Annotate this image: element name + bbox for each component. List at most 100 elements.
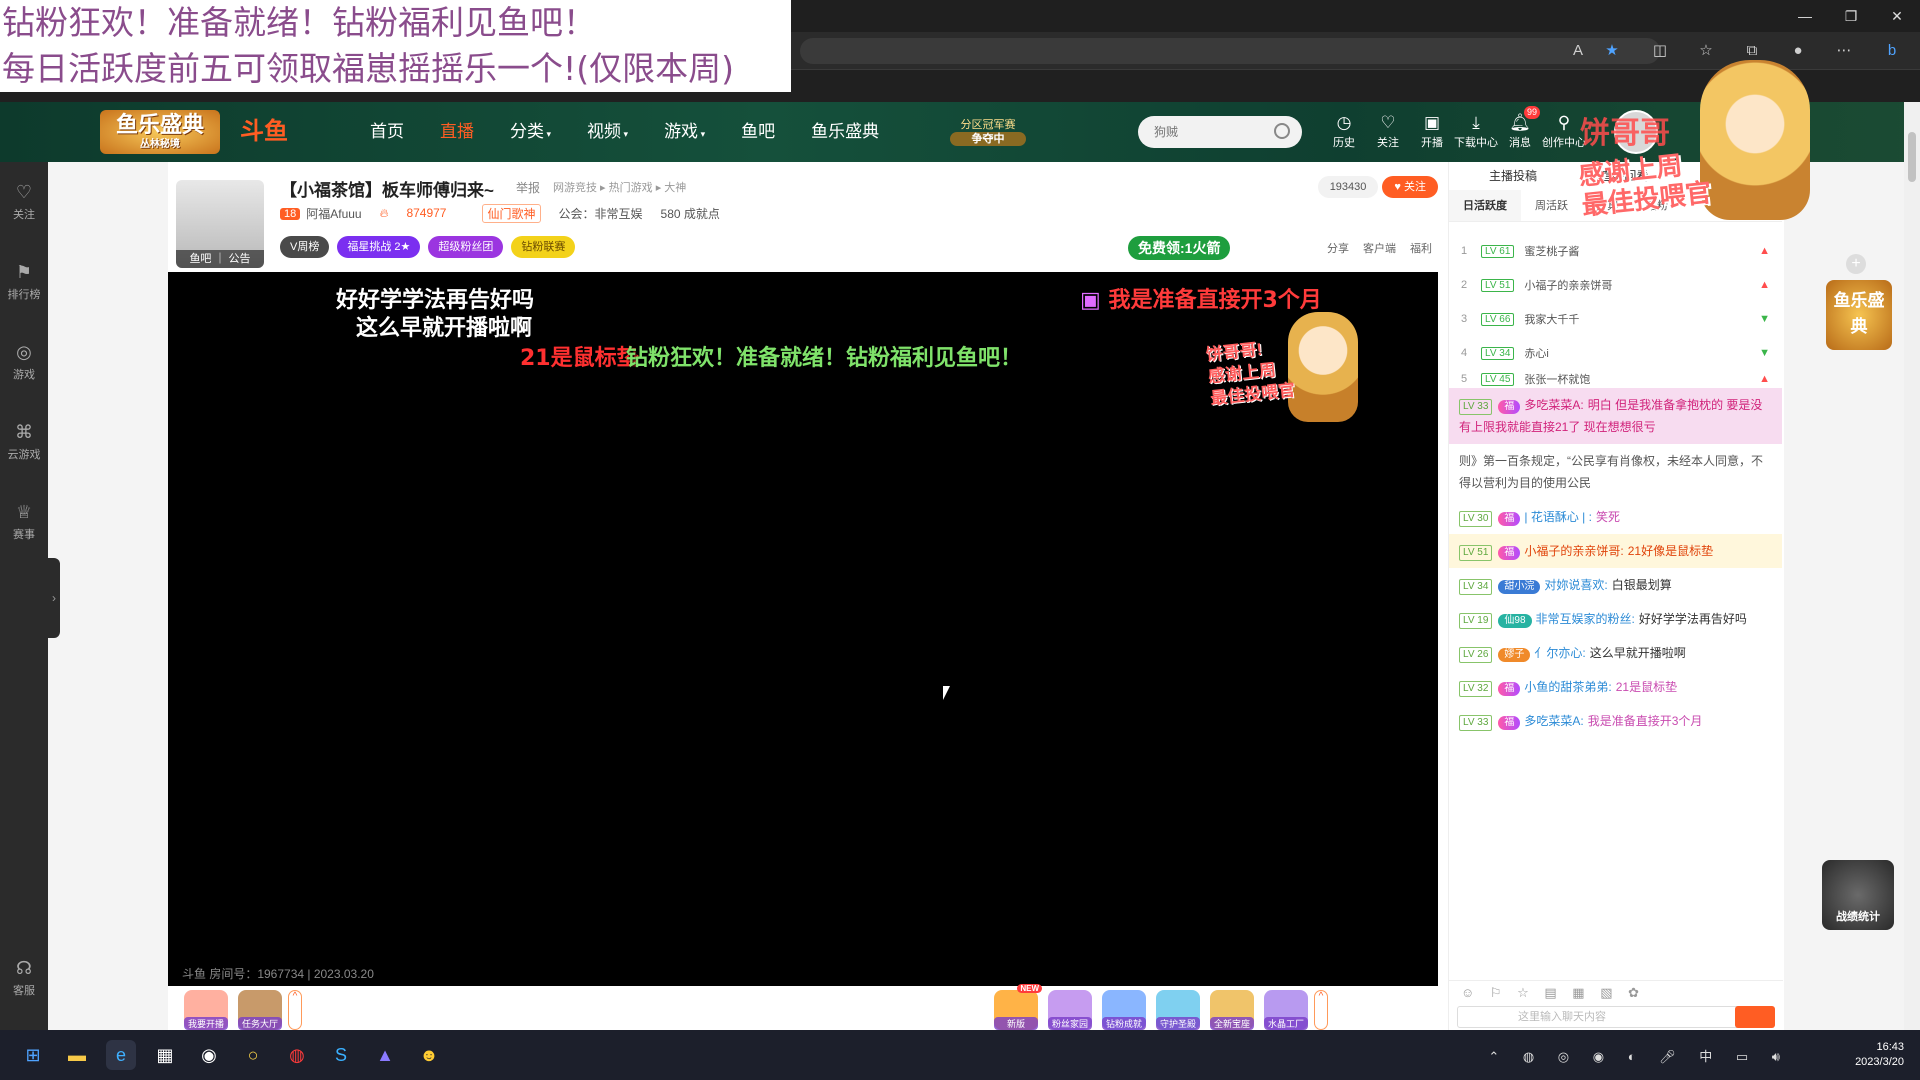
netease-music-icon[interactable]: ◍ xyxy=(282,1040,312,1070)
scrollbar-thumb[interactable] xyxy=(1908,132,1916,182)
split-screen-icon[interactable]: ◫ xyxy=(1650,41,1670,61)
s-app-icon[interactable]: S xyxy=(326,1040,356,1070)
photos-icon[interactable]: ▲ xyxy=(370,1040,400,1070)
tray-app-icon[interactable]: ☻ xyxy=(414,1040,444,1070)
chat-message[interactable]: LV 33 福多吃菜菜A: 我是准备直接开3个月 xyxy=(1449,704,1782,738)
rank-row[interactable]: 3 LV 66 我家大千千 ▼ xyxy=(1461,302,1770,336)
toolbar-item-guard[interactable]: 守护圣殿 xyxy=(1156,990,1200,1030)
sidebar-item-game[interactable]: ◎ 游戏 xyxy=(0,322,48,402)
nav-live[interactable]: 直播 xyxy=(440,102,474,162)
task-hall-button[interactable]: 任务大厅 xyxy=(238,990,282,1030)
plus-icon[interactable]: + xyxy=(1846,254,1866,274)
douyu-logo[interactable]: 斗鱼 xyxy=(240,116,320,148)
tab-weekly-active[interactable]: 周活跃 xyxy=(1521,190,1582,221)
chat-message[interactable]: LV 33 福多吃菜菜A: 明白 但是我准备拿抱枕的 要是没有上限我就能直接21了 … xyxy=(1449,388,1782,444)
pill-v-weekly[interactable]: V周榜 xyxy=(280,236,330,258)
chat-nick[interactable]: 多吃菜菜A: xyxy=(1524,398,1583,412)
nav-yuba[interactable]: 鱼吧 xyxy=(741,102,775,162)
tab-daily-active[interactable]: 日活跃度 xyxy=(1449,190,1521,221)
sidebar-item-support[interactable]: ☊ 客服 xyxy=(0,938,48,1018)
sidebar-item-rank[interactable]: ⚑ 排行榜 xyxy=(0,242,48,322)
host-avatar-tags[interactable]: 鱼吧 ｜ 公告 xyxy=(176,250,264,268)
rank-row[interactable]: 4 LV 34 赤心i ▼ xyxy=(1461,336,1770,370)
chat-message[interactable]: LV 19 仙98 非常互娱家的粉丝: 好好学学法再告好吗 xyxy=(1449,602,1782,636)
pill-lucky-star[interactable]: 福星挑战 2★ xyxy=(337,236,421,258)
share-link[interactable]: 分享 xyxy=(1327,240,1349,256)
bing-icon[interactable]: b xyxy=(1882,41,1902,61)
host-name[interactable]: 阿福Afuuu xyxy=(306,205,361,222)
expand-right-icon[interactable]: ^ xyxy=(1314,990,1328,1030)
more-icon[interactable]: ⋯ xyxy=(1834,41,1854,61)
store-icon[interactable]: ▦ xyxy=(150,1040,180,1070)
fest-logo[interactable]: 鱼乐盛典 丛林秘境 xyxy=(100,110,220,154)
read-aloud-icon[interactable]: A xyxy=(1568,41,1588,61)
report-link[interactable]: 举报 xyxy=(516,179,540,196)
sidebar-expand-toggle[interactable]: › xyxy=(48,558,60,638)
rank-row[interactable]: 5 LV 45 张张一杯就饱 ▲ xyxy=(1461,370,1770,388)
search-input[interactable] xyxy=(1138,116,1258,148)
tool-messages[interactable]: 🔔︎ 99 消息 xyxy=(1498,106,1542,150)
steam-icon[interactable]: ◉ xyxy=(194,1040,224,1070)
chat-message[interactable]: LV 26 嫪子 亻尔亦心: 这么早就开播啦啊 xyxy=(1449,636,1782,670)
sidebar-item-events[interactable]: ♕ 赛事 xyxy=(0,482,48,562)
chat-nick[interactable]: 对妳说喜欢: xyxy=(1544,578,1607,592)
sidebar-item-follow[interactable]: ♡ 关注 xyxy=(0,162,48,242)
pill-diamond-league[interactable]: 钻粉联赛 xyxy=(511,236,576,258)
rank-row[interactable]: 2 LV 51 小福子的亲亲饼哥 ▲ xyxy=(1461,268,1770,302)
app-circle-icon[interactable]: ○ xyxy=(238,1040,268,1070)
free-rocket-button[interactable]: 免费领:1火箭 xyxy=(1128,236,1231,260)
restore-icon[interactable]: ❐ xyxy=(1828,0,1874,32)
go-live-button[interactable]: 我要开播 xyxy=(184,990,228,1030)
collections-icon[interactable]: ⧉ xyxy=(1742,41,1762,61)
system-clock[interactable]: 16:43 2023/3/20 xyxy=(1855,1040,1904,1070)
system-tray[interactable]: ⌃ ◍ ◎ ◉ ◐ 🎤︎ 中 ▭ 🔊︎ xyxy=(1488,1046,1790,1065)
host-avatar[interactable]: 鱼吧 ｜ 公告 xyxy=(176,180,264,268)
favorite-star-icon[interactable]: ★ xyxy=(1602,41,1622,61)
ime-indicator[interactable]: 中 xyxy=(1699,1049,1722,1064)
nav-fest[interactable]: 鱼乐盛典 xyxy=(811,102,879,162)
chat-nick[interactable]: 非常互娱家的粉丝: xyxy=(1536,612,1635,626)
chat-message[interactable]: LV 51 福小福子的亲亲饼哥: 21好像是鼠标垫 xyxy=(1449,534,1782,568)
sidebar-item-cloudgame[interactable]: ⌘ 云游戏 xyxy=(0,402,48,482)
chat-tool-icons[interactable]: ☺ ⚐ ☆ ▤ ▦ ▧ ✿ xyxy=(1449,981,1783,1005)
windows-start-icon[interactable]: ⊞ xyxy=(18,1040,48,1070)
edge-browser-icon[interactable]: e xyxy=(106,1040,136,1070)
breadcrumb[interactable]: 网游竞技 ▸ 热门游戏 ▸ 大神 xyxy=(553,179,686,195)
expand-left-icon[interactable]: ^ xyxy=(288,990,302,1030)
client-link[interactable]: 客户端 xyxy=(1363,240,1396,256)
guild-info[interactable]: 公会：非常互娱 xyxy=(559,205,643,222)
rank-row[interactable]: 1 LV 61 蜜芝桃子酱 ▲ xyxy=(1461,234,1770,268)
battle-stats-float[interactable]: 战绩统计 xyxy=(1822,860,1894,930)
submission-link[interactable]: 主播投稿 xyxy=(1489,169,1537,183)
video-player[interactable]: 好好学学法再告好吗 这么早就开播啦啊 21是鼠标垫 钻粉狂欢！准备就绪！钻粉福利… xyxy=(168,272,1438,986)
minimize-icon[interactable]: — xyxy=(1782,0,1828,32)
toolbar-item-diamond[interactable]: 钻粉成就 xyxy=(1102,990,1146,1030)
toolbar-item-fanhome[interactable]: 粉丝家园 xyxy=(1048,990,1092,1030)
close-icon[interactable]: ✕ xyxy=(1874,0,1920,32)
chat-input[interactable]: 这里输入聊天内容 xyxy=(1457,1006,1757,1028)
champion-contest[interactable]: 分区冠军赛 争夺中 xyxy=(950,118,1026,146)
chat-message[interactable]: LV 30 福 | 花语酥心 | : 笑死 xyxy=(1449,500,1782,534)
nav-category[interactable]: 分类 ▾ xyxy=(510,102,551,162)
favorites-icon[interactable]: ☆ xyxy=(1696,41,1716,61)
chat-nick[interactable]: 多吃菜菜A: xyxy=(1524,714,1583,728)
v-tag[interactable]: 仙门歌神 xyxy=(482,204,541,223)
address-bar[interactable] xyxy=(800,38,1660,64)
search-icon[interactable] xyxy=(1274,123,1290,139)
toolbar-item-new[interactable]: 新版 NEW xyxy=(994,984,1042,1030)
tool-download[interactable]: ⤓ 下载中心 xyxy=(1454,112,1498,150)
nav-game[interactable]: 游戏 ▾ xyxy=(664,102,705,162)
chat-nick[interactable]: 小鱼的甜茶弟弟: xyxy=(1524,680,1611,694)
toolbar-item-crystal[interactable]: 水晶工厂 xyxy=(1264,990,1308,1030)
nav-video[interactable]: 视频 ▾ xyxy=(587,102,628,162)
file-explorer-icon[interactable]: ▬ xyxy=(62,1040,92,1070)
fest-float-ad[interactable]: 鱼乐盛典 xyxy=(1826,280,1892,350)
chat-message[interactable]: LV 32 福小鱼的甜茶弟弟: 21是鼠标垫 xyxy=(1449,670,1782,704)
chat-message[interactable]: 则》第一百条规定，“公民享有肖像权，未经本人同意，不得以营利为目的使用公民 xyxy=(1449,444,1782,500)
toolbar-item-throne[interactable]: 全新宝座 xyxy=(1210,990,1254,1030)
profile-icon[interactable]: ● xyxy=(1788,41,1808,61)
tool-follow[interactable]: ♡ 关注 xyxy=(1366,112,1410,150)
nav-home[interactable]: 首页 xyxy=(370,102,404,162)
welfare-link[interactable]: 福利 xyxy=(1410,240,1432,256)
chat-nick[interactable]: 亻尔亦心: xyxy=(1534,646,1585,660)
